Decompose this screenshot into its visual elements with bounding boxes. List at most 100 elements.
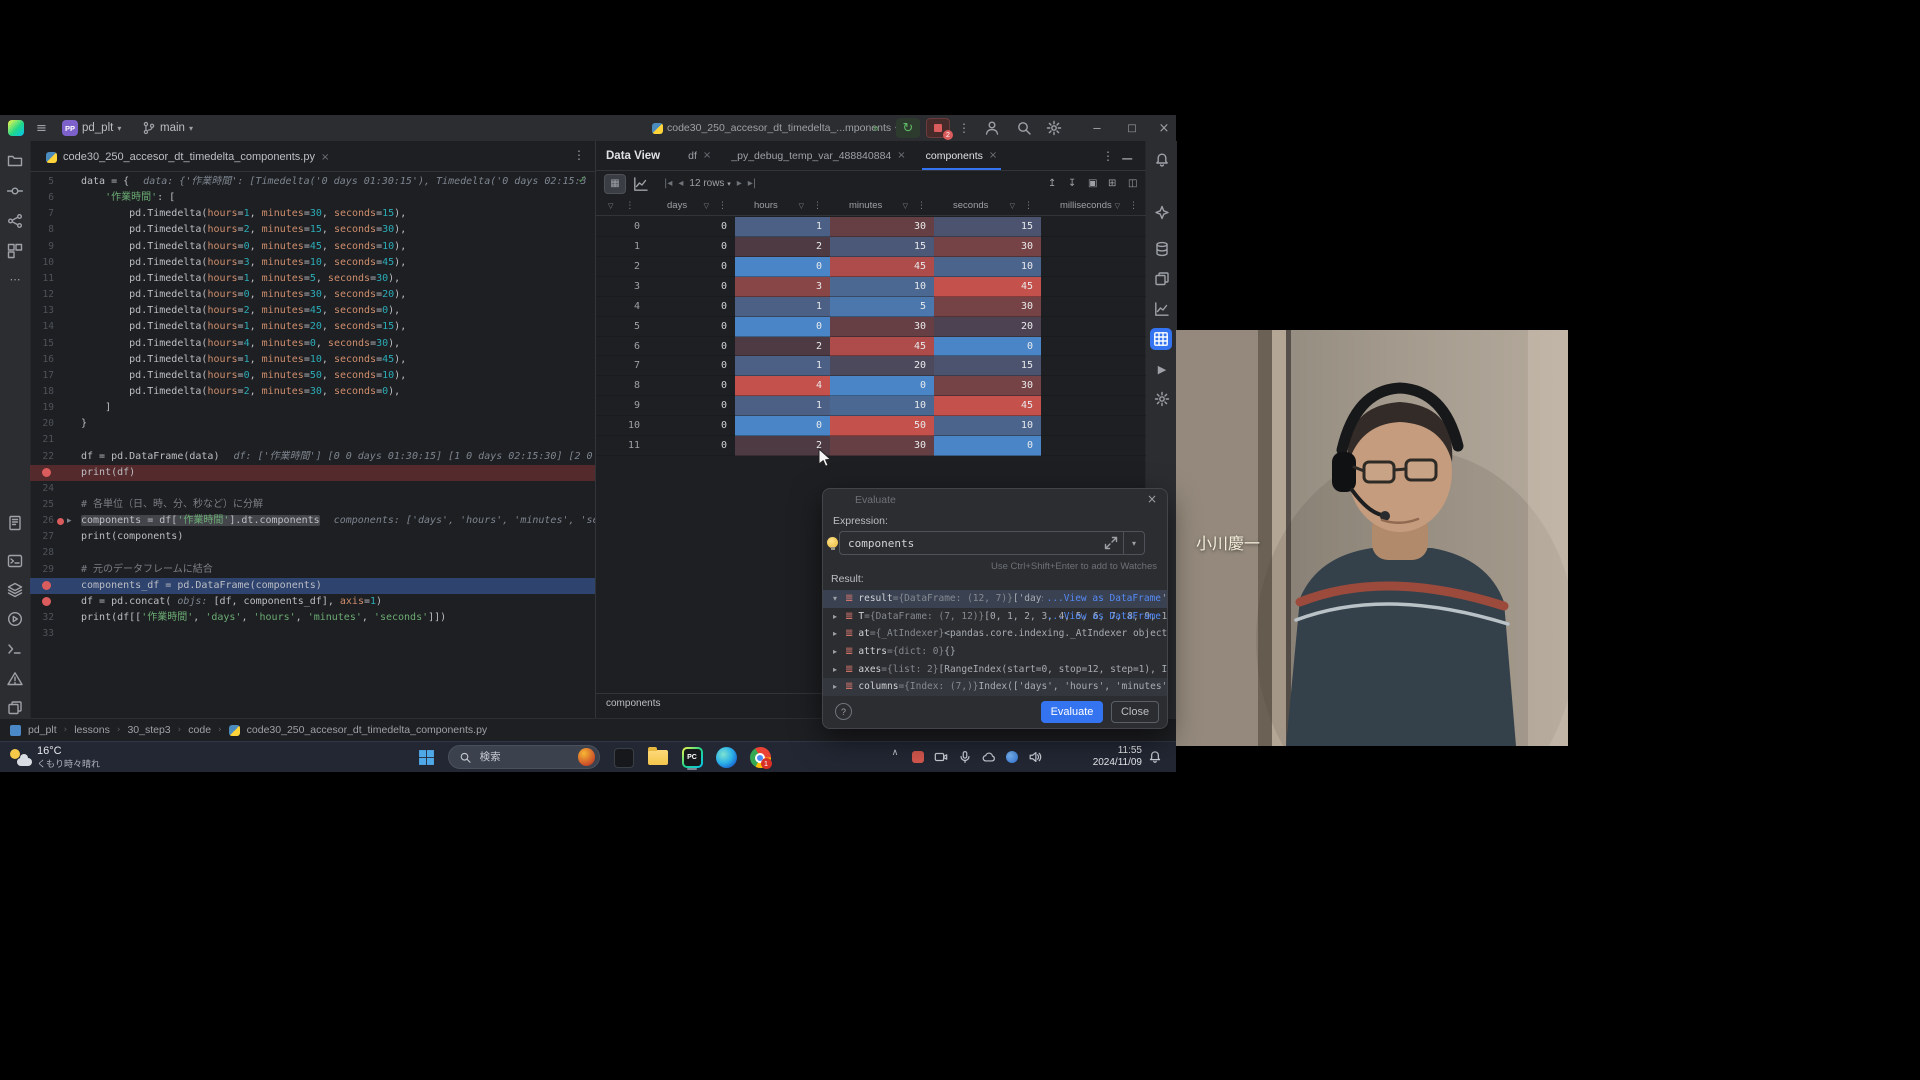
row-index-cell[interactable]: 0	[596, 217, 648, 237]
table-cell[interactable]: 0	[648, 257, 735, 277]
pull-requests-icon[interactable]	[7, 213, 23, 229]
row-index-cell[interactable]: 1	[596, 237, 648, 257]
editor-line[interactable]: 20}	[30, 416, 595, 432]
services-tool-icon[interactable]	[7, 582, 23, 598]
table-header-cell[interactable]: ▽⋮	[596, 196, 648, 216]
tree-row[interactable]: ▸≣at = {_AtIndexer} <pandas.core.indexin…	[823, 625, 1167, 643]
editor-line[interactable]: 22df = pd.DataFrame(data)df: ['作業時間'] [0…	[30, 449, 595, 465]
tree-row[interactable]: ▸≣T = {DataFrame: (7, 12)} [0, 1, 2, 3, …	[823, 608, 1167, 626]
table-cell[interactable]: 0	[648, 436, 735, 456]
editor-line[interactable]: 10 pd.Timedelta(hours=3, minutes=10, sec…	[30, 255, 595, 271]
filter-icon[interactable]: ▽	[704, 202, 709, 210]
next-page-icon[interactable]: ▸	[737, 178, 742, 189]
table-cell[interactable]: 4	[735, 376, 830, 396]
editor-gutter[interactable]: 7	[30, 206, 80, 222]
editor-gutter[interactable]: 33	[30, 626, 80, 642]
editor-line[interactable]: 19 ]	[30, 400, 595, 416]
taskbar-search[interactable]	[448, 745, 600, 769]
editor-line[interactable]: 21	[30, 432, 595, 448]
resume-program-button[interactable]: »	[872, 115, 879, 141]
table-cell[interactable]	[1041, 237, 1146, 257]
table-cell[interactable]: 30	[830, 217, 934, 237]
table-header-cell[interactable]: seconds▽⋮	[934, 196, 1041, 216]
table-cell[interactable]: 10	[830, 277, 934, 297]
row-index-cell[interactable]: 2	[596, 257, 648, 277]
table-cell[interactable]: 15	[934, 356, 1041, 376]
dataview-tab[interactable]: _py_debug_temp_var_488840884×	[721, 141, 915, 170]
table-cell[interactable]: 15	[830, 237, 934, 257]
editor-line[interactable]: 32print(df[['作業時間', 'days', 'hours', 'mi…	[30, 610, 595, 626]
chrome-button[interactable]: 1	[746, 745, 774, 770]
expression-input[interactable]	[840, 537, 1103, 550]
editor-gutter[interactable]: 13	[30, 303, 80, 319]
breadcrumb-item[interactable]: 30_step3	[127, 724, 170, 736]
inspections-ok-icon[interactable]: ✓	[578, 173, 587, 186]
hide-panel-icon[interactable]: −	[1121, 149, 1134, 168]
table-cell[interactable]	[1041, 277, 1146, 297]
row-index-cell[interactable]: 9	[596, 396, 648, 416]
column-menu-icon[interactable]: ⋮	[625, 201, 634, 211]
table-view-button[interactable]: ▦	[604, 174, 626, 194]
edge-button[interactable]	[712, 745, 740, 770]
export-icon[interactable]: ↥	[1048, 178, 1056, 189]
editor-gutter[interactable]	[30, 578, 80, 594]
editor-gutter[interactable]: 16	[30, 352, 80, 368]
notifications-bell-icon[interactable]	[1154, 152, 1170, 168]
editor-gutter[interactable]: 14	[30, 319, 80, 335]
file-explorer-button[interactable]	[644, 745, 672, 770]
editor-gutter[interactable]: 12	[30, 287, 80, 303]
table-cell[interactable]: 20	[830, 356, 934, 376]
volume-icon[interactable]	[1028, 750, 1042, 764]
row-index-cell[interactable]: 5	[596, 317, 648, 337]
project-tool-icon[interactable]	[7, 153, 23, 169]
column-settings-icon[interactable]: ⊞	[1108, 178, 1116, 189]
editor-line[interactable]: 5data = {data: {'作業時間': [Timedelta('0 da…	[30, 174, 595, 190]
column-menu-icon[interactable]: ⋮	[917, 201, 926, 211]
table-cell[interactable]: 45	[830, 337, 934, 357]
editor-gutter[interactable]: 29	[30, 562, 80, 578]
ai-assistant-icon[interactable]	[1154, 205, 1170, 221]
editor-line[interactable]: 33	[30, 626, 595, 642]
table-cell[interactable]: 0	[830, 376, 934, 396]
editor-gutter[interactable]: 25	[30, 497, 80, 513]
search-highlight-image[interactable]	[578, 748, 595, 766]
editor-line[interactable]: 28	[30, 545, 595, 561]
split-view-icon[interactable]: ◫	[1128, 178, 1137, 189]
tray-mic-icon[interactable]	[958, 750, 972, 764]
notification-bell-icon[interactable]	[1148, 750, 1162, 764]
tree-chevron-icon[interactable]: ▸	[833, 665, 845, 674]
tray-app-icon[interactable]	[1006, 751, 1018, 763]
filter-icon[interactable]: ▽	[903, 202, 908, 210]
editor-line[interactable]: components_df = pd.DataFrame(components)	[30, 578, 595, 594]
table-cell[interactable]: 0	[735, 257, 830, 277]
table-cell[interactable]: 2	[735, 237, 830, 257]
prev-page-icon[interactable]: ◂	[678, 178, 683, 189]
tray-recording-icon[interactable]	[912, 751, 924, 763]
table-cell[interactable]: 0	[648, 297, 735, 317]
breadcrumb-item[interactable]: lessons	[74, 724, 110, 736]
python-console-icon[interactable]	[7, 553, 23, 569]
editor-gutter[interactable]: 9	[30, 239, 80, 255]
branch-selector[interactable]: main ▾	[142, 115, 193, 141]
table-cell[interactable]	[1041, 337, 1146, 357]
breadcrumb-item[interactable]: code30_250_accesor_dt_timedelta_componen…	[247, 724, 488, 736]
structure-tool-icon[interactable]	[7, 243, 23, 259]
table-cell[interactable]: 0	[648, 277, 735, 297]
start-button[interactable]	[418, 747, 442, 767]
table-cell[interactable]: 1	[735, 356, 830, 376]
editor-gutter[interactable]: 10	[30, 255, 80, 271]
table-header-cell[interactable]: minutes▽⋮	[830, 196, 934, 216]
database-tool-icon[interactable]	[1154, 241, 1170, 257]
search-everywhere-icon[interactable]	[1016, 115, 1032, 141]
breakpoint-dot[interactable]	[42, 581, 51, 590]
table-cell[interactable]: 0	[648, 237, 735, 257]
editor-line[interactable]: 14 pd.Timedelta(hours=1, minutes=20, sec…	[30, 319, 595, 335]
row-index-cell[interactable]: 8	[596, 376, 648, 396]
intention-bulb-icon[interactable]	[827, 537, 838, 548]
close-button[interactable]: Close	[1111, 701, 1159, 723]
row-index-cell[interactable]: 3	[596, 277, 648, 297]
tree-row[interactable]: ▸≣axes = {list: 2} [RangeIndex(start=0, …	[823, 660, 1167, 678]
tree-row[interactable]: ▸≣columns = {Index: (7,)} Index(['days',…	[823, 678, 1167, 696]
run-window-icon[interactable]: ▶	[1154, 361, 1170, 377]
code-with-me-icon[interactable]	[984, 115, 1000, 141]
